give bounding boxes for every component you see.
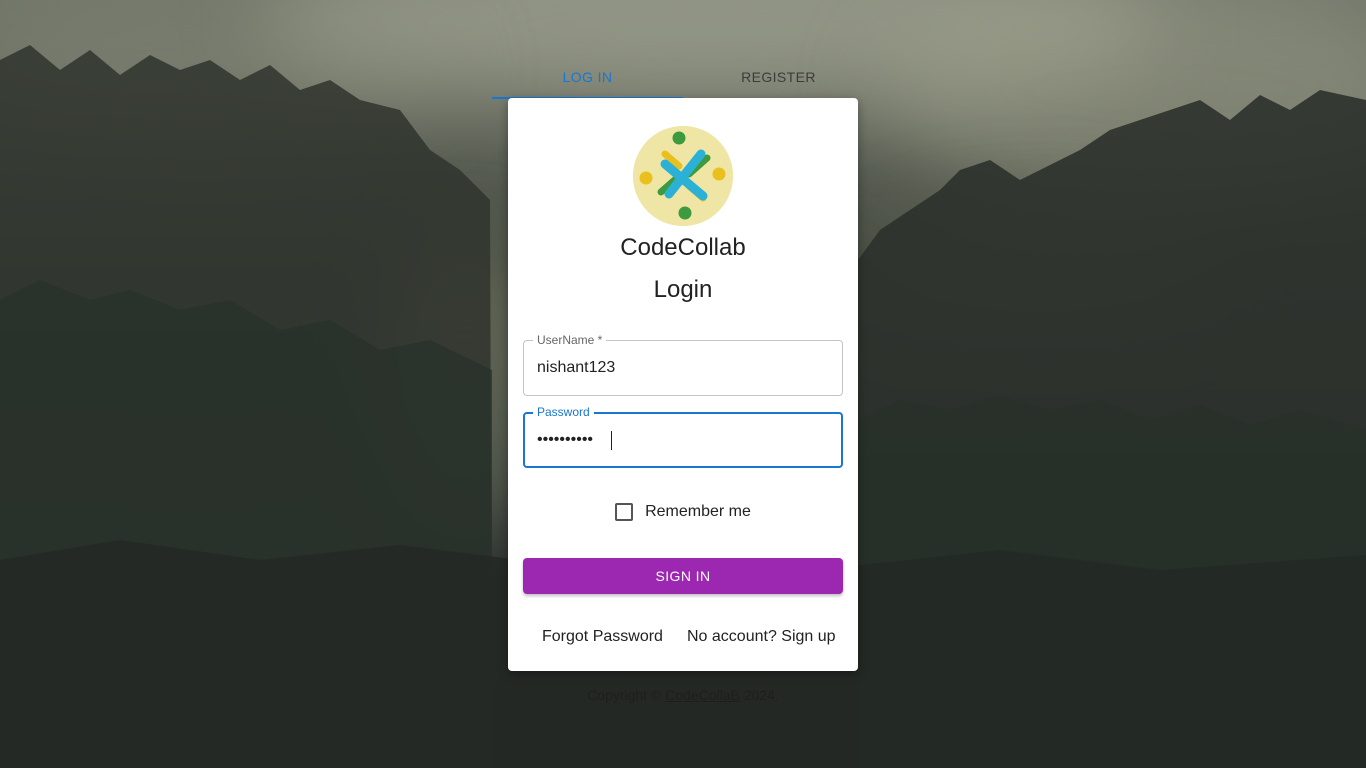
footer-brand-link[interactable]: CodeCollaB — [665, 687, 740, 703]
username-field: UserName * — [523, 333, 843, 396]
remember-me-checkbox[interactable] — [615, 503, 634, 521]
auth-links: Forgot Password No account? Sign up — [508, 627, 858, 647]
copyright-suffix: 2024. — [739, 687, 779, 703]
password-field: Password — [523, 405, 843, 468]
codecollab-logo-icon — [633, 126, 733, 226]
sign-in-button[interactable]: SIGN IN — [523, 558, 843, 594]
password-input[interactable] — [537, 413, 827, 467]
tab-register[interactable]: REGISTER — [683, 54, 874, 99]
remember-me-row: Remember me — [508, 500, 858, 524]
auth-tabs: LOG IN REGISTER — [492, 54, 874, 99]
app-brand-name: CodeCollab — [620, 234, 746, 261]
username-input[interactable] — [537, 341, 827, 395]
page-title: Login — [653, 276, 713, 303]
text-caret — [611, 431, 612, 450]
tab-log-in[interactable]: LOG IN — [492, 54, 683, 99]
copyright-footer: Copyright © CodeCollaB 2024. — [0, 687, 1366, 703]
login-card: CodeCollab Login UserName * Password Rem… — [508, 98, 858, 671]
remember-me-label[interactable]: Remember me — [645, 503, 751, 521]
sign-up-link[interactable]: No account? Sign up — [687, 627, 836, 647]
forgot-password-link[interactable]: Forgot Password — [542, 627, 663, 647]
copyright-prefix: Copyright © — [587, 687, 666, 703]
